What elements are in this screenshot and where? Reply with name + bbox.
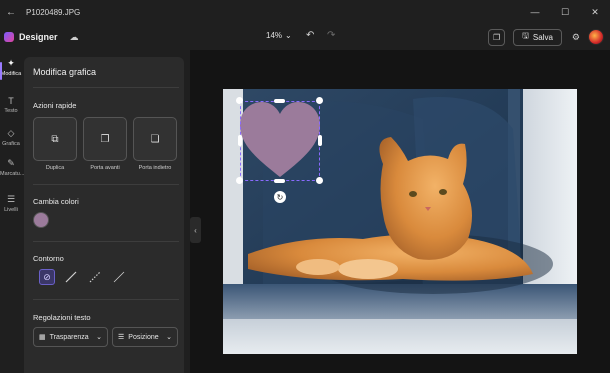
- bring-forward-button[interactable]: ❐: [83, 117, 127, 161]
- quick-actions-title: Azioni rapide: [33, 101, 77, 110]
- app-toolbar: Designer ☁ 14% ⌄ ↶ ↷ ❐ 🖫 Salva ⚙: [0, 24, 610, 50]
- zoom-dropdown[interactable]: 14% ⌄: [266, 31, 292, 40]
- divider: [33, 87, 179, 88]
- send-backward-label: Porta indietro: [138, 165, 172, 171]
- outline-none-button[interactable]: ⊘: [39, 269, 55, 285]
- rail-item-modifica[interactable]: ✦ Modifica: [0, 58, 22, 80]
- text-icon: T: [8, 96, 14, 106]
- layers-icon: ☰: [118, 334, 125, 341]
- close-icon[interactable]: ✕: [580, 0, 610, 24]
- resize-handle-left[interactable]: [238, 135, 242, 146]
- resize-handle-right[interactable]: [318, 135, 322, 146]
- designer-logo-icon: [4, 32, 14, 42]
- resize-handle-tl[interactable]: [236, 97, 243, 104]
- left-rail: ✦ Modifica T Testo ◇ Grafica ✎ Marcatu..…: [0, 50, 25, 373]
- panel-title: Modifica grafica: [33, 67, 97, 77]
- rotate-icon[interactable]: ↻: [274, 191, 286, 203]
- chevron-left-icon: ‹: [194, 225, 197, 235]
- arrow-left-icon[interactable]: ←: [4, 7, 18, 18]
- transparency-label: Trasparenza: [49, 333, 89, 341]
- undo-icon[interactable]: ↶: [306, 30, 314, 41]
- resize-handle-tr[interactable]: [316, 97, 323, 104]
- rail-label: Livelli: [4, 207, 18, 213]
- position-dropdown[interactable]: ☰ Posizione ⌄: [112, 327, 178, 347]
- chevron-down-icon: ⌄: [96, 334, 102, 341]
- outline-solid-button[interactable]: [63, 269, 79, 285]
- share-icon[interactable]: ⚙: [572, 32, 580, 43]
- duplicate-button[interactable]: ⧉: [33, 117, 77, 161]
- transparency-dropdown[interactable]: ▦ Trasparenza ⌄: [33, 327, 108, 347]
- avatar[interactable]: [588, 29, 604, 45]
- resize-handle-bottom[interactable]: [274, 179, 285, 183]
- edit-graphic-panel: Modifica grafica Azioni rapide ⧉ Duplica…: [24, 57, 184, 373]
- rail-item-marcatura[interactable]: ✎ Marcatu...: [0, 158, 25, 177]
- outline-dotted-button[interactable]: [87, 269, 103, 285]
- save-label: Salva: [532, 32, 553, 42]
- thin-line-icon: [113, 271, 125, 283]
- toolbar-right: ❐ 🖫 Salva ⚙: [488, 24, 610, 50]
- dotted-line-icon: [89, 271, 101, 283]
- save-button[interactable]: 🖫 Salva: [513, 28, 562, 46]
- title-bar: ← P1020489.JPG — ☐ ✕: [0, 0, 610, 24]
- shapes-icon: ◇: [7, 128, 15, 138]
- minimize-icon[interactable]: —: [520, 0, 550, 24]
- rail-label: Grafica: [2, 141, 20, 147]
- rail-item-grafica[interactable]: ◇ Grafica: [0, 128, 22, 147]
- rail-item-testo[interactable]: T Testo: [0, 96, 22, 114]
- window-controls: — ☐ ✕: [520, 0, 610, 24]
- chevron-down-icon: ⌄: [166, 334, 172, 341]
- duplicate-icon: ⧉: [51, 133, 59, 145]
- selection-box: [240, 101, 320, 181]
- outline-thin-button[interactable]: [111, 269, 127, 285]
- send-backward-icon: ❏: [150, 133, 160, 145]
- cloud-icon[interactable]: ☁: [70, 32, 79, 43]
- copy-icon[interactable]: ❐: [488, 28, 506, 46]
- color-swatch[interactable]: [33, 212, 49, 228]
- rail-item-livelli[interactable]: ☰ Livelli: [0, 194, 22, 213]
- resize-handle-bl[interactable]: [236, 177, 243, 184]
- collapse-panel-button[interactable]: ‹: [190, 217, 201, 243]
- change-colors-title: Cambia colori: [33, 197, 79, 206]
- send-backward-button[interactable]: ❏: [133, 117, 177, 161]
- maximize-icon[interactable]: ☐: [550, 0, 580, 24]
- pen-icon: ✎: [7, 158, 15, 168]
- rail-label: Testo: [4, 108, 18, 114]
- rail-label: Modifica: [0, 71, 22, 77]
- redo-icon[interactable]: ↷: [327, 30, 335, 41]
- divider: [33, 299, 179, 300]
- app-name: Designer: [19, 32, 58, 42]
- none-icon: ⊘: [43, 271, 51, 282]
- bring-forward-icon: ❐: [100, 133, 110, 145]
- text-settings-title: Regolazioni testo: [33, 313, 91, 322]
- rail-label: Marcatu...: [0, 171, 25, 177]
- layers-icon: ☰: [6, 194, 16, 204]
- chevron-down-icon: ⌄: [285, 31, 292, 40]
- checkerboard-icon: ▦: [39, 334, 46, 341]
- zoom-value: 14%: [266, 31, 283, 40]
- save-icon: 🖫: [522, 31, 529, 40]
- divider: [33, 241, 179, 242]
- position-label: Posizione: [128, 333, 159, 341]
- brand: Designer: [4, 32, 58, 42]
- file-name: P1020489.JPG: [26, 7, 81, 17]
- solid-line-icon: [65, 271, 77, 283]
- outline-title: Contorno: [33, 254, 64, 263]
- sparkle-icon: ✦: [7, 58, 15, 68]
- resize-handle-br[interactable]: [316, 177, 323, 184]
- divider: [33, 184, 179, 185]
- resize-handle-top[interactable]: [274, 99, 285, 103]
